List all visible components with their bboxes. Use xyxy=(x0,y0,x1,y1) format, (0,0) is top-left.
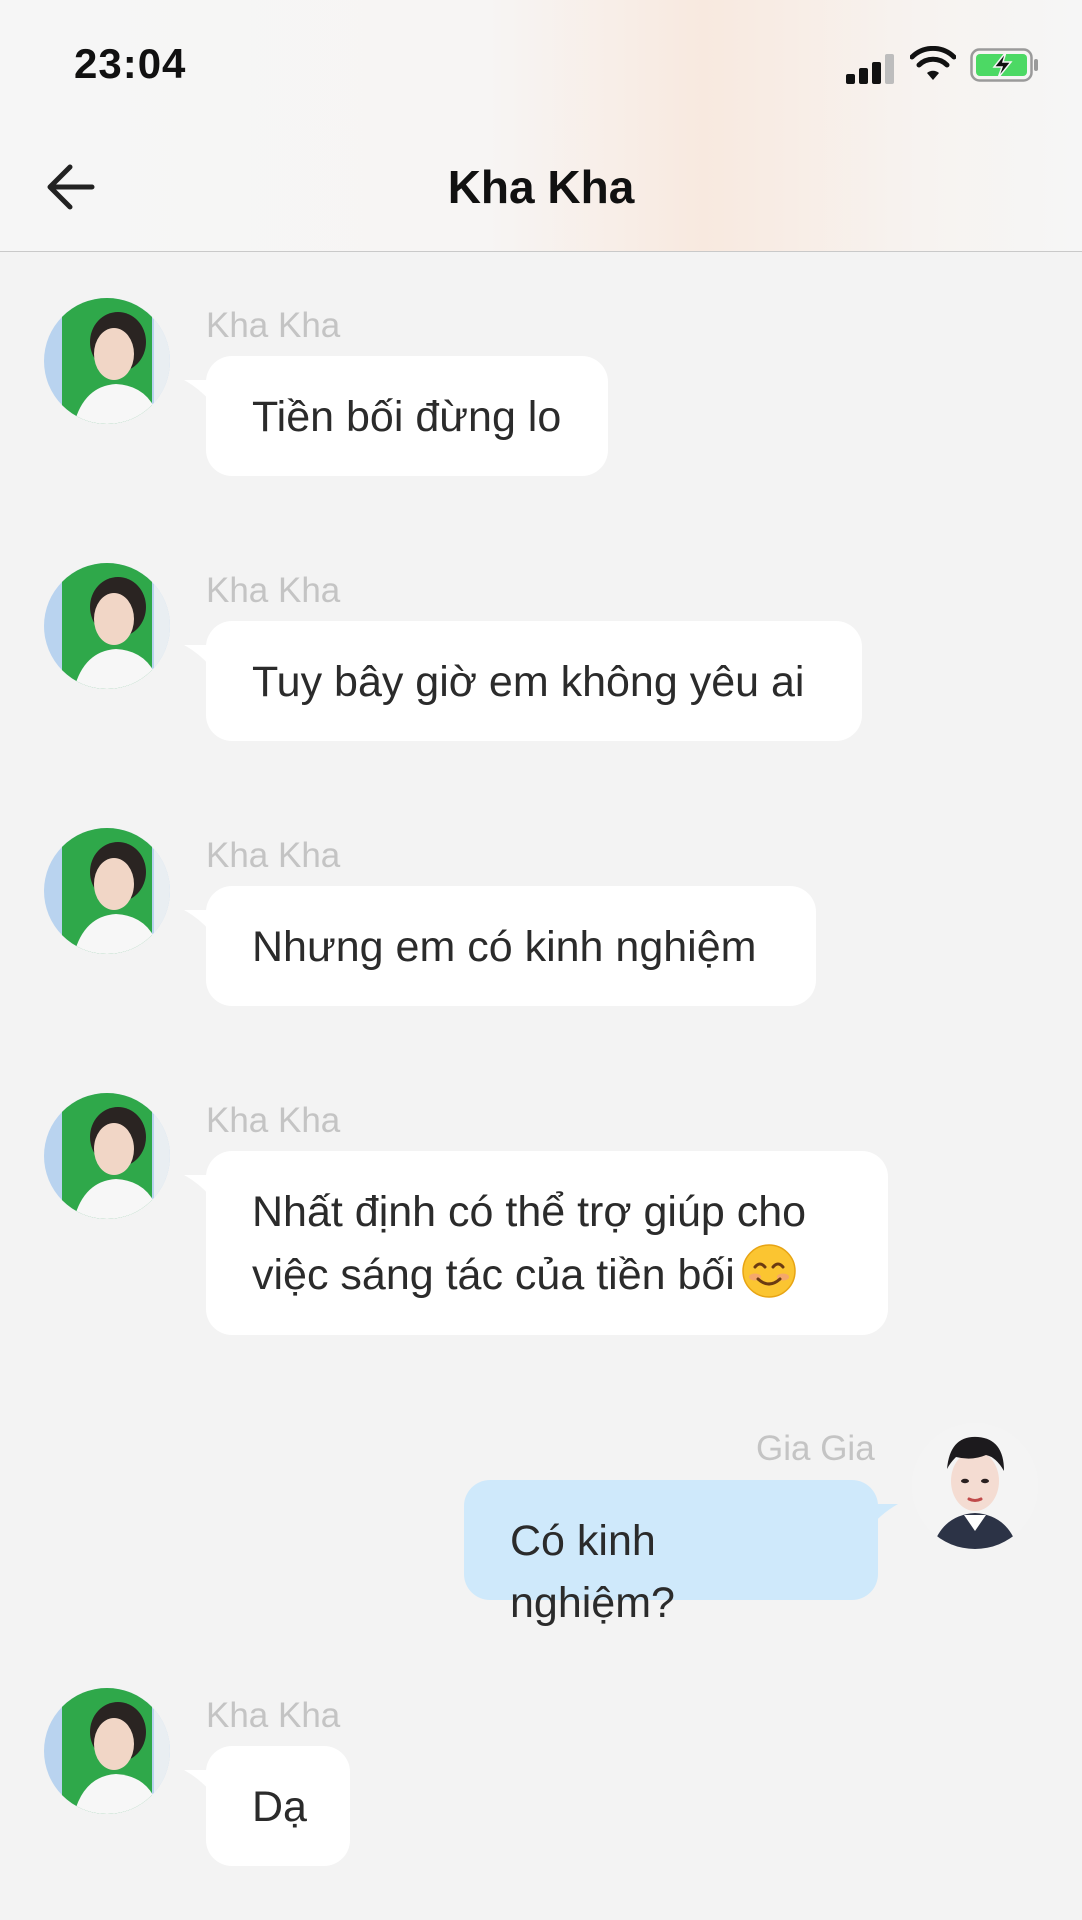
message-bubble[interactable]: Nhưng em có kinh nghiệm xyxy=(206,886,816,1006)
status-time: 23:04 xyxy=(74,40,187,87)
avatar[interactable] xyxy=(44,1093,170,1219)
sender-name: Gia Gia xyxy=(756,1429,875,1468)
battery-charging-icon xyxy=(970,48,1038,82)
avatar[interactable] xyxy=(44,298,170,424)
avatar[interactable] xyxy=(44,1688,170,1814)
sender-name: Kha Kha xyxy=(206,836,341,875)
message-text: Tuy bây giờ em không yêu ai xyxy=(252,658,805,706)
message-bubble[interactable]: Có kinh nghiệm? xyxy=(464,1480,878,1627)
message-text-line: Nhất định có thể trợ giúp cho xyxy=(252,1188,807,1236)
message-text-line: việc sáng tác của tiền bối xyxy=(252,1243,842,1306)
avatar[interactable] xyxy=(44,563,170,689)
sender-name: Kha Kha xyxy=(206,1696,341,1735)
message-text: Dạ xyxy=(252,1783,307,1831)
message-text: Tiền bối đừng lo xyxy=(252,393,562,441)
top-bar: 23:04 Kha Kha xyxy=(0,0,1082,252)
wifi-icon xyxy=(910,46,956,80)
message-text: Nhưng em có kinh nghiệm xyxy=(252,923,757,971)
message-bubble[interactable]: Tuy bây giờ em không yêu ai xyxy=(206,621,862,741)
avatar[interactable] xyxy=(912,1423,1038,1549)
message-bubble[interactable]: Nhất định có thể trợ giúp cho việc sáng … xyxy=(206,1151,888,1335)
message-text: Có kinh nghiệm? xyxy=(510,1517,675,1627)
page-title: Kha Kha xyxy=(447,161,635,213)
avatar[interactable] xyxy=(44,828,170,954)
cellular-signal-icon xyxy=(846,54,898,84)
smiling-face-emoji-icon xyxy=(742,1244,796,1298)
message-bubble[interactable]: Dạ xyxy=(206,1746,350,1866)
message-bubble[interactable]: Tiền bối đừng lo xyxy=(206,356,608,476)
sender-name: Kha Kha xyxy=(206,571,341,610)
sender-name: Kha Kha xyxy=(206,1101,341,1140)
sender-name: Kha Kha xyxy=(206,306,341,345)
